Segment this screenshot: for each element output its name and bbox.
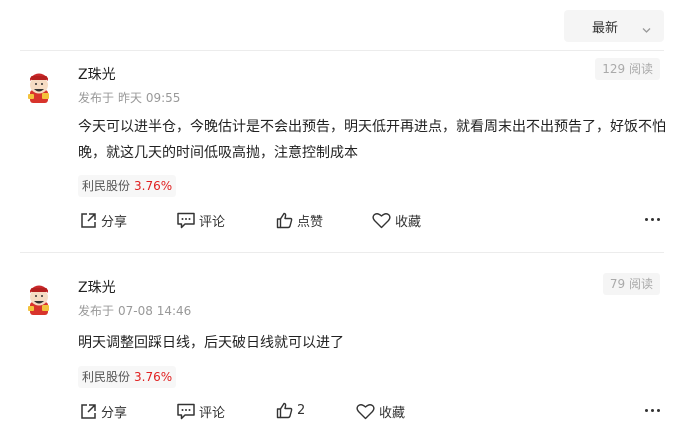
thumbs-up-icon — [276, 212, 293, 229]
more-options-icon[interactable] — [645, 218, 660, 221]
publish-time: 07-08 14:46 — [118, 304, 192, 318]
thumbs-up-icon — [276, 402, 293, 419]
comment-button[interactable]: 评论 — [177, 402, 225, 421]
stock-change: 3.76% — [134, 370, 173, 384]
comment-label: 评论 — [199, 215, 226, 230]
publish-meta: 发布于 07-08 14:46 — [78, 302, 195, 319]
share-button[interactable]: 分享 — [80, 211, 127, 230]
comment-icon — [177, 403, 195, 420]
stock-tag[interactable]: 利民股份 3.76% — [78, 366, 177, 388]
stock-tag[interactable]: 利民股份 3.76% — [78, 175, 177, 197]
share-label: 分享 — [101, 215, 128, 230]
more-options-icon[interactable] — [645, 409, 660, 412]
publish-time: 昨天 09:55 — [118, 91, 181, 105]
comment-label: 评论 — [199, 406, 226, 421]
stock-change: 3.76% — [134, 179, 173, 193]
like-count: 2 — [297, 403, 306, 418]
chevron-down-icon — [641, 21, 652, 40]
comment-icon — [177, 212, 195, 229]
divider — [20, 50, 664, 51]
favorite-button[interactable]: 收藏 — [356, 402, 405, 421]
favorite-label: 收藏 — [379, 406, 406, 421]
divider — [20, 252, 664, 253]
like-button[interactable]: 点赞 — [276, 211, 323, 230]
author-name[interactable]: Z珠光 — [78, 277, 116, 297]
comment-button[interactable]: 评论 — [177, 211, 225, 230]
publish-meta: 发布于 昨天 09:55 — [78, 89, 184, 106]
publish-prefix: 发布于 — [78, 91, 115, 105]
stock-name: 利民股份 — [82, 179, 131, 193]
read-count-badge: 129 阅读 — [595, 58, 660, 80]
heart-icon — [372, 212, 391, 229]
favorite-label: 收藏 — [395, 215, 422, 230]
avatar[interactable] — [22, 282, 56, 316]
avatar[interactable] — [22, 70, 56, 104]
author-name[interactable]: Z珠光 — [78, 64, 116, 84]
sort-selected-label: 最新 — [592, 20, 619, 36]
share-icon — [80, 403, 97, 420]
share-button[interactable]: 分享 — [80, 402, 127, 421]
stock-name: 利民股份 — [82, 370, 131, 384]
like-button[interactable]: 2 — [276, 402, 305, 419]
publish-prefix: 发布于 — [78, 304, 115, 318]
favorite-button[interactable]: 收藏 — [372, 211, 421, 230]
sort-dropdown[interactable]: 最新 — [564, 10, 664, 42]
heart-icon — [356, 403, 375, 420]
post-content: 明天调整回踩日线，后天破日线就可以进了 — [78, 335, 344, 351]
share-label: 分享 — [101, 406, 128, 421]
like-label: 点赞 — [297, 215, 324, 230]
read-count-badge: 79 阅读 — [602, 273, 660, 295]
share-icon — [80, 212, 97, 229]
post-content: 今天可以进半仓，今晚估计是不会出预告，明天低开再进点，就看周末出不出预告了，好饭… — [78, 119, 666, 161]
